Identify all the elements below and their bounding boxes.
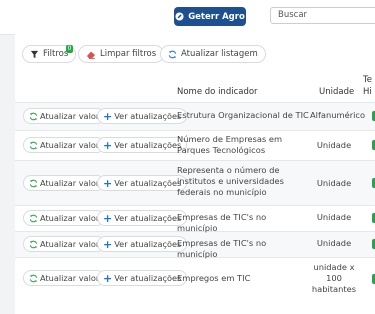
eraser-icon bbox=[87, 51, 95, 59]
header-next-bottom: Hi bbox=[363, 87, 372, 97]
indicator-cell: Representa o número de institutos e univ… bbox=[177, 165, 284, 197]
refresh-icon bbox=[29, 274, 38, 282]
unit-cell: Alfanumérico bbox=[310, 110, 366, 120]
header-unit: Unidade bbox=[319, 87, 355, 97]
header-next-top: Te bbox=[363, 75, 372, 85]
refresh-icon bbox=[29, 141, 38, 149]
plus-icon: + bbox=[103, 237, 113, 251]
view-updates-label: Ver atualizações bbox=[114, 213, 182, 223]
view-updates-button[interactable]: + Ver atualizações bbox=[97, 108, 188, 124]
header-indicator: Nome do indicador bbox=[177, 87, 258, 97]
update-value-button[interactable]: Atualizar valor bbox=[23, 210, 106, 226]
view-updates-button[interactable]: + Ver atualizações bbox=[97, 270, 188, 286]
view-updates-button[interactable]: + Ver atualizações bbox=[97, 137, 188, 153]
update-value-label: Atualizar valor bbox=[40, 140, 100, 150]
plus-icon: + bbox=[103, 109, 113, 123]
plus-icon: + bbox=[103, 211, 113, 225]
filters-count-badge: 0 bbox=[66, 45, 73, 53]
view-updates-label: Ver atualizações bbox=[114, 111, 182, 121]
update-value-label: Atualizar valor bbox=[40, 213, 100, 223]
view-updates-label: Ver atualizações bbox=[114, 140, 182, 150]
indicator-cell: Número de Empresas em Parques Tecnológic… bbox=[177, 134, 283, 155]
unit-cell: Unidade bbox=[316, 140, 352, 150]
edit-icon bbox=[175, 12, 184, 21]
clear-filters-button[interactable]: Limpar filtros bbox=[78, 45, 165, 63]
unit-cell: Unidade bbox=[316, 178, 352, 188]
unit-cell: Unidade bbox=[316, 238, 352, 248]
refresh-list-button[interactable]: Atualizar listagem bbox=[160, 45, 266, 63]
refresh-icon bbox=[29, 179, 38, 187]
update-value-button[interactable]: Atualizar valor bbox=[23, 137, 106, 153]
geterr-agro-label: Geterr Agro bbox=[188, 11, 245, 22]
update-value-button[interactable]: Atualizar valor bbox=[23, 270, 106, 286]
view-updates-label: Ver atualizações bbox=[114, 178, 182, 188]
update-value-label: Atualizar valor bbox=[40, 111, 100, 121]
update-value-button[interactable]: Atualizar valor bbox=[23, 175, 106, 191]
indicator-cell: Empresas de TIC's no município bbox=[177, 212, 267, 233]
plus-icon: + bbox=[103, 271, 113, 285]
refresh-icon bbox=[168, 50, 177, 58]
refresh-icon bbox=[29, 240, 38, 248]
indicator-cell: Estrutura Organizacional de TIC bbox=[177, 110, 309, 120]
view-updates-button[interactable]: + Ver atualizações bbox=[97, 236, 188, 252]
view-updates-label: Ver atualizações bbox=[114, 239, 182, 249]
top-bar: Geterr Agro Buscar bbox=[0, 0, 375, 35]
view-updates-button[interactable]: + Ver atualizações bbox=[97, 210, 188, 226]
refresh-list-label: Atualizar listagem bbox=[181, 49, 258, 59]
indicator-cell: Empregos em TIC bbox=[177, 273, 251, 283]
refresh-icon bbox=[29, 214, 38, 222]
unit-cell: Unidade bbox=[316, 212, 352, 222]
clear-filters-label: Limpar filtros bbox=[100, 49, 157, 59]
indicator-cell: Empresas de TIC's no município bbox=[177, 238, 267, 259]
filters-label: Filtros bbox=[43, 49, 69, 59]
plus-icon: + bbox=[103, 176, 113, 190]
unit-cell: unidade x 100 habitantes bbox=[311, 262, 357, 294]
update-value-button[interactable]: Atualizar valor bbox=[23, 108, 106, 124]
search-input[interactable]: Buscar bbox=[270, 7, 375, 24]
refresh-icon bbox=[29, 112, 38, 120]
geterr-agro-button[interactable]: Geterr Agro bbox=[174, 7, 246, 26]
view-updates-label: Ver atualizações bbox=[114, 273, 182, 283]
update-value-label: Atualizar valor bbox=[40, 239, 100, 249]
update-value-label: Atualizar valor bbox=[40, 178, 100, 188]
update-value-button[interactable]: Atualizar valor bbox=[23, 236, 106, 252]
filter-icon bbox=[30, 50, 39, 58]
plus-icon: + bbox=[103, 138, 113, 152]
view-updates-button[interactable]: + Ver atualizações bbox=[97, 175, 188, 191]
update-value-label: Atualizar valor bbox=[40, 273, 100, 283]
